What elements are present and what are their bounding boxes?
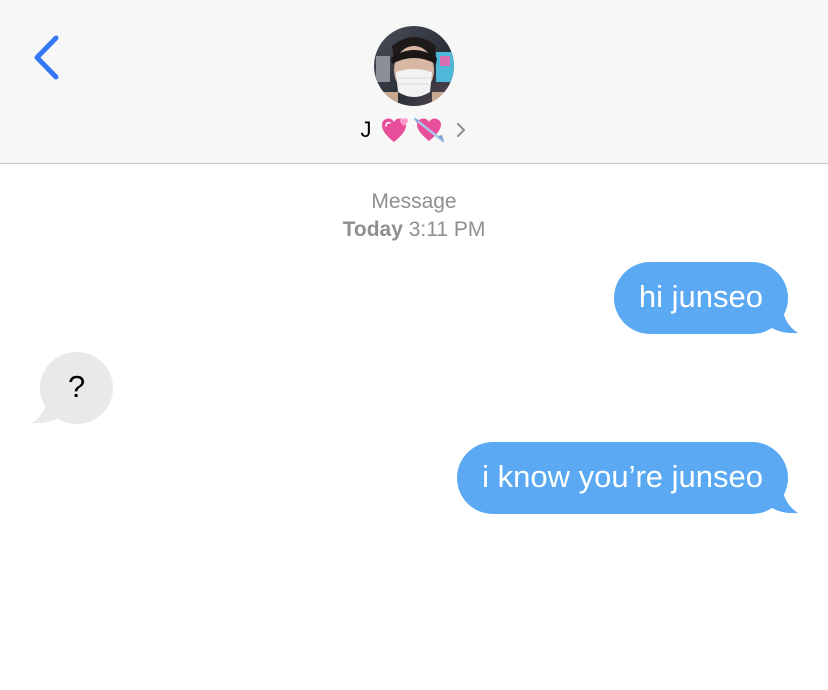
contact-name: J [360, 117, 372, 142]
revolving-hearts-icon [381, 118, 408, 142]
chevron-right-icon [456, 123, 465, 137]
message-text: i know you’re junseo [482, 459, 763, 494]
contact-avatar[interactable] [374, 26, 454, 106]
conversation-header: J 💞 💘 [0, 0, 828, 164]
thread-timestamp: Message Today 3:11 PM [0, 188, 828, 244]
bubble-tail [770, 306, 798, 334]
bubble-tail [770, 486, 798, 514]
outgoing-message-bubble[interactable]: i know you’re junseo [457, 442, 788, 514]
contact-details-button[interactable]: J 💞 💘 [0, 114, 828, 146]
day-label: Today [342, 218, 403, 241]
time-label: 3:11 PM [408, 218, 486, 241]
date-time-label: Today 3:11 PM [0, 216, 828, 244]
back-button[interactable] [28, 32, 68, 84]
message-text: ? [68, 369, 86, 404]
message-text: hi junseo [638, 279, 763, 314]
heart-with-arrow-icon [413, 117, 444, 143]
chevron-left-icon [34, 35, 59, 80]
bubble-tail [32, 396, 60, 424]
outgoing-message-bubble[interactable]: hi junseo [613, 262, 788, 334]
service-label: Message [371, 190, 457, 213]
